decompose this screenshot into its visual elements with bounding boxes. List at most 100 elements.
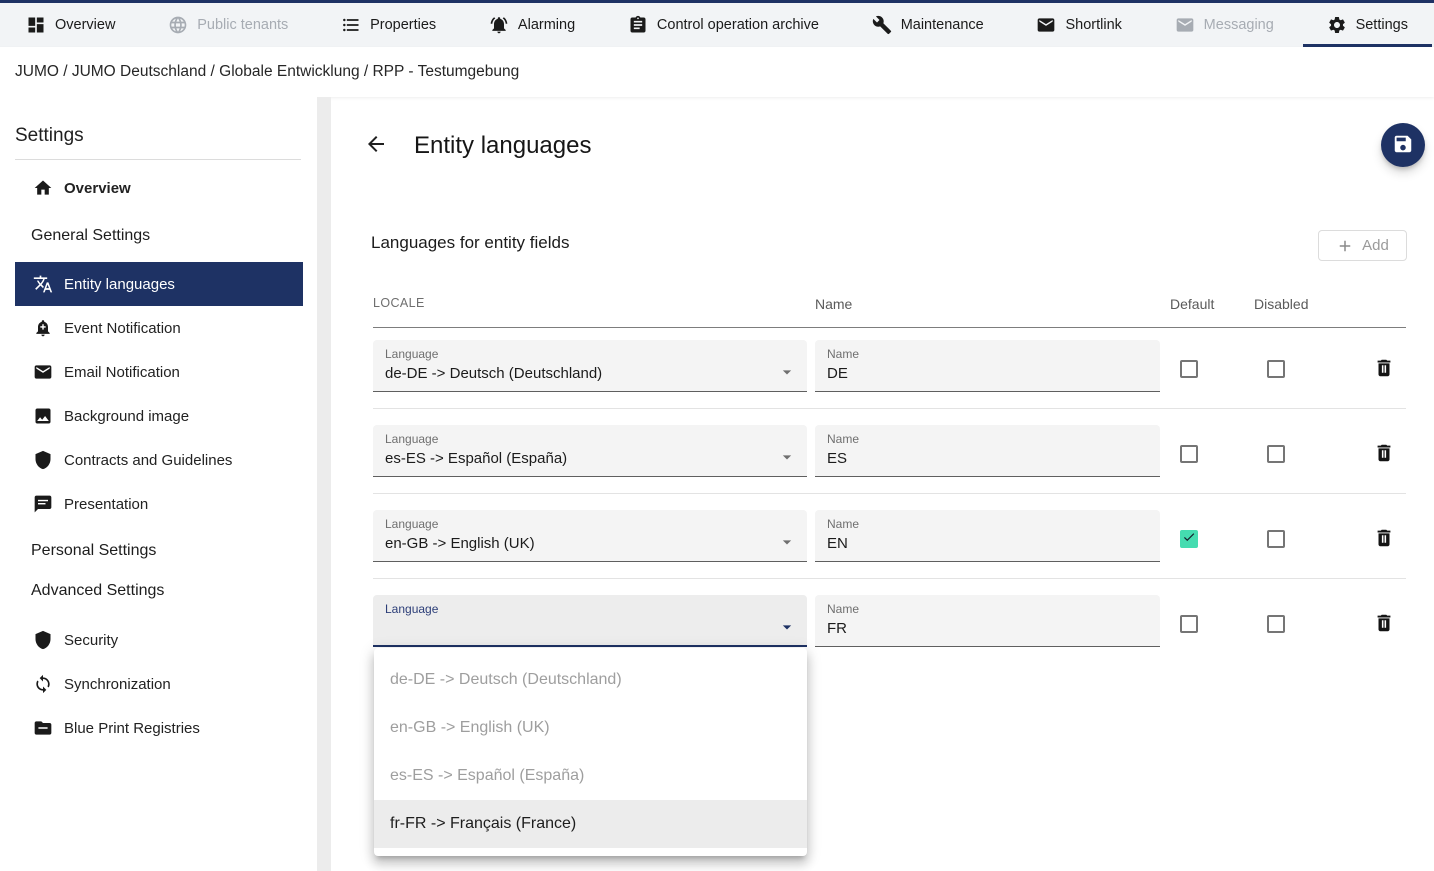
disabled-checkbox-row-2[interactable] xyxy=(1267,445,1285,463)
topnav-item-label: Overview xyxy=(55,17,115,33)
language-select-row-4[interactable]: Language xyxy=(373,595,807,647)
disabled-checkbox-row-3[interactable] xyxy=(1267,530,1285,548)
sidebar-item-label: Event Notification xyxy=(64,320,181,337)
topnav-item-shortlink[interactable]: Shortlink xyxy=(1036,3,1121,47)
dropdown-option-en-gb-english-uk: en-GB -> English (UK) xyxy=(374,704,807,752)
sidebar-item-email-notification[interactable]: Email Notification xyxy=(15,350,303,394)
shield-icon xyxy=(33,630,53,650)
topnav-item-label: Shortlink xyxy=(1065,17,1121,33)
trash-icon xyxy=(1373,357,1395,382)
sync-icon xyxy=(33,674,53,694)
sidebar-section-advanced-settings: Advanced Settings xyxy=(15,569,303,613)
topnav-item-properties[interactable]: Properties xyxy=(341,3,436,47)
dropdown-option-de-de-deutsch-deutschland: de-DE -> Deutsch (Deutschland) xyxy=(374,656,807,704)
topnav-item-alarming[interactable]: Alarming xyxy=(489,3,575,47)
sidebar-item-security[interactable]: Security xyxy=(15,618,303,662)
topnav-item-settings[interactable]: Settings xyxy=(1327,3,1408,47)
delete-row-button-3[interactable] xyxy=(1372,527,1396,551)
topnav-item-overview[interactable]: Overview xyxy=(26,3,115,47)
sidebar-item-label: Synchronization xyxy=(64,676,171,693)
column-header-name: Name xyxy=(815,296,852,312)
topnav-item-messaging[interactable]: Messaging xyxy=(1175,3,1274,47)
topnav-item-label: Settings xyxy=(1356,17,1408,33)
name-input-row-2[interactable]: NameES xyxy=(815,425,1160,477)
add-button-label: Add xyxy=(1362,237,1389,254)
sidebar-item-background-image[interactable]: Background image xyxy=(15,394,303,438)
default-checkbox-row-4[interactable] xyxy=(1180,615,1198,633)
default-checkbox-row-3[interactable] xyxy=(1180,530,1198,548)
disabled-checkbox-row-1[interactable] xyxy=(1267,360,1285,378)
sidebar-item-presentation[interactable]: Presentation xyxy=(15,482,303,526)
field-label: Language xyxy=(385,347,795,361)
bell-icon xyxy=(489,15,509,35)
sidebar-item-blue-print-registries[interactable]: Blue Print Registries xyxy=(15,706,303,750)
dashboard-icon xyxy=(26,15,46,35)
topnav-item-label: Messaging xyxy=(1204,17,1274,33)
column-header-default: Default xyxy=(1170,296,1214,312)
dropdown-option-es-es-espa-ol-espa-a: es-ES -> Español (España) xyxy=(374,752,807,800)
topnav-item-maintenance[interactable]: Maintenance xyxy=(872,3,984,47)
shield-icon xyxy=(33,450,53,470)
section-title: Languages for entity fields xyxy=(371,233,569,253)
field-label: Name xyxy=(827,602,1148,616)
save-button[interactable] xyxy=(1381,123,1425,167)
sidebar-item-contracts-and-guidelines[interactable]: Contracts and Guidelines xyxy=(15,438,303,482)
topnav-item-public-tenants[interactable]: Public tenants xyxy=(168,3,288,47)
chevron-down-icon xyxy=(777,362,797,382)
delete-row-button-1[interactable] xyxy=(1372,357,1396,381)
sidebar-scrollbar[interactable] xyxy=(317,97,331,871)
default-checkbox-row-2[interactable] xyxy=(1180,445,1198,463)
chevron-down-icon xyxy=(777,447,797,467)
back-button[interactable] xyxy=(362,131,390,159)
trash-icon xyxy=(1373,527,1395,552)
trash-icon xyxy=(1373,612,1395,637)
sidebar-title: Settings xyxy=(15,125,84,147)
language-select-row-3[interactable]: Languageen-GB -> English (UK) xyxy=(373,510,807,562)
name-input-row-3[interactable]: NameEN xyxy=(815,510,1160,562)
add-language-button[interactable]: Add xyxy=(1318,230,1407,261)
table-header-divider xyxy=(373,327,1406,328)
topnav-item-control-operation-archive[interactable]: Control operation archive xyxy=(628,3,819,47)
column-header-disabled: Disabled xyxy=(1254,296,1308,312)
sidebar-section-general-settings: General Settings xyxy=(15,214,303,258)
disabled-checkbox-row-4[interactable] xyxy=(1267,615,1285,633)
top-navigation: Overview Public tenants Properties Alarming… xyxy=(0,3,1434,47)
bell-plus-icon xyxy=(33,318,53,338)
delete-row-button-4[interactable] xyxy=(1372,612,1396,636)
name-value: FR xyxy=(827,620,1148,637)
row-divider xyxy=(373,408,1406,409)
trash-icon xyxy=(1373,442,1395,467)
language-select-row-1[interactable]: Languagede-DE -> Deutsch (Deutschland) xyxy=(373,340,807,392)
gear-icon xyxy=(1327,15,1347,35)
image-icon xyxy=(33,406,53,426)
delete-row-button-2[interactable] xyxy=(1372,442,1396,466)
save-icon xyxy=(1392,133,1414,158)
dropdown-option-fr-fr-fran-ais-france[interactable]: fr-FR -> Français (France) xyxy=(374,800,807,848)
sidebar-item-event-notification[interactable]: Event Notification xyxy=(15,306,303,350)
default-checkbox-row-1[interactable] xyxy=(1180,360,1198,378)
field-label: Name xyxy=(827,432,1148,446)
translate-icon xyxy=(33,274,53,294)
breadcrumb-bar: JUMO / JUMO Deutschland / Globale Entwic… xyxy=(0,47,1434,97)
topnav-item-label: Alarming xyxy=(518,17,575,33)
name-input-row-1[interactable]: Name DE xyxy=(815,340,1160,392)
mail-icon xyxy=(1175,15,1195,35)
sidebar-item-overview[interactable]: Overview xyxy=(15,166,303,210)
name-value: DE xyxy=(827,365,1148,382)
globe-icon xyxy=(168,15,188,35)
field-label: Name xyxy=(827,347,1148,361)
sidebar-item-label: Presentation xyxy=(64,496,148,513)
name-input-row-4[interactable]: Name FR xyxy=(815,595,1160,647)
sidebar-item-label: Overview xyxy=(64,180,131,197)
sidebar: Settings Overview General Settings Entity … xyxy=(0,97,317,871)
breadcrumb[interactable]: JUMO / JUMO Deutschland / Globale Entwic… xyxy=(15,63,519,81)
sidebar-item-entity-languages[interactable]: Entity languages xyxy=(15,262,303,306)
mail-icon xyxy=(33,362,53,382)
language-select-row-2[interactable]: Languagees-ES -> Español (España) xyxy=(373,425,807,477)
sidebar-item-label: Entity languages xyxy=(64,276,175,293)
topnav-item-label: Control operation archive xyxy=(657,17,819,33)
sidebar-item-synchronization[interactable]: Synchronization xyxy=(15,662,303,706)
field-label: Language xyxy=(385,432,795,446)
chevron-down-icon xyxy=(777,617,797,637)
sidebar-item-label: Blue Print Registries xyxy=(64,720,200,737)
